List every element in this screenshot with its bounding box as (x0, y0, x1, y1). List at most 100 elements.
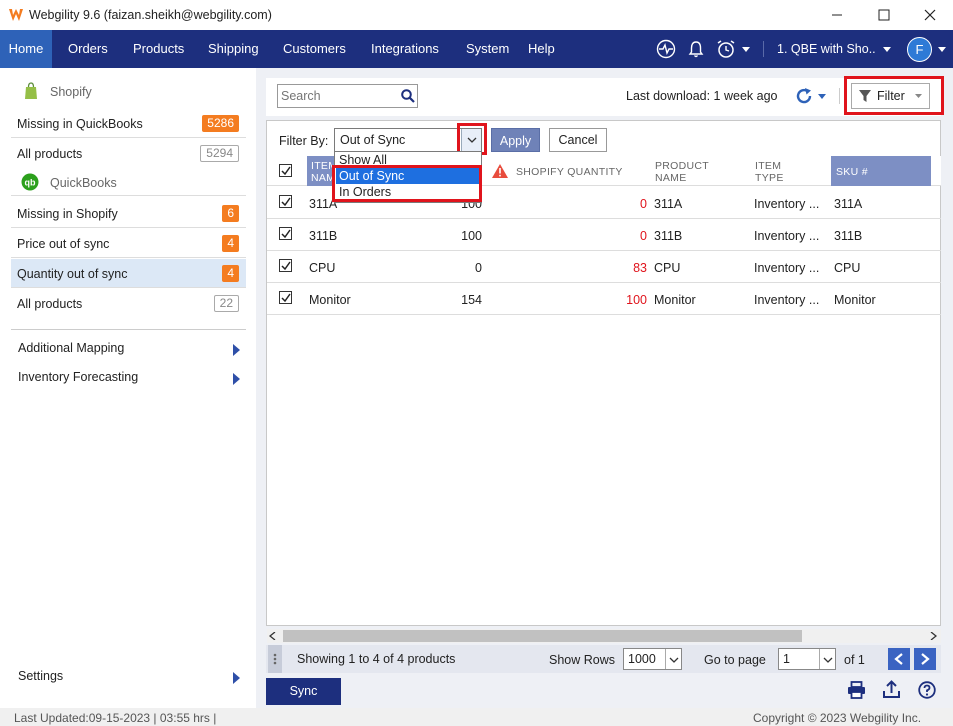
filter-by-label: Filter By: (279, 134, 329, 148)
cell-item-name: 311B (309, 229, 338, 243)
show-rows-label: Show Rows (549, 653, 615, 667)
sidebar-item-missing-in-quickbooks[interactable]: Missing in QuickBooks 5286 (11, 109, 246, 138)
page-number-select[interactable]: 1 (778, 648, 836, 670)
row-checkbox[interactable] (279, 291, 292, 304)
activity-icon[interactable] (656, 39, 676, 59)
cell-shopify-quantity: 0 (640, 229, 647, 243)
rows-dropdown-toggle[interactable] (665, 649, 681, 669)
checkmark-icon (281, 166, 291, 176)
table-row[interactable]: 311B 100 0 311B Inventory ... 311B (267, 219, 941, 251)
print-icon[interactable] (847, 681, 866, 699)
sidebar-item-missing-in-shopify[interactable]: Missing in Shopify 6 (11, 199, 246, 228)
chevron-down-icon (883, 47, 892, 53)
sidebar-item-label: Quantity out of sync (17, 267, 128, 281)
help-icon[interactable] (918, 681, 936, 699)
user-avatar[interactable]: F (907, 37, 932, 62)
cancel-button[interactable]: Cancel (549, 128, 607, 152)
cell-item-type: Inventory ... (754, 261, 820, 275)
search-box[interactable] (277, 84, 418, 108)
column-header-shopify-quantity[interactable]: SHOPIFY QUANTITY (516, 166, 623, 178)
scrollbar-thumb[interactable] (283, 630, 802, 642)
cell-product-name: CPU (654, 261, 681, 275)
sidebar-item-quantity-out-of-sync[interactable]: Quantity out of sync 4 (11, 259, 246, 288)
chevron-down-icon (669, 657, 679, 663)
cell-item-name: CPU (309, 261, 336, 275)
nav-shipping[interactable]: Shipping (200, 30, 267, 68)
checkmark-icon (281, 261, 291, 271)
checkmark-icon (281, 197, 291, 207)
cell-item-type: Inventory ... (754, 197, 820, 211)
grip-handle[interactable] (268, 645, 282, 673)
count-badge: 22 (213, 295, 239, 312)
caret-right-icon (233, 373, 240, 385)
quickbooks-icon: qb (21, 173, 39, 191)
apply-button[interactable]: Apply (491, 128, 540, 152)
cell-item-type: Inventory ... (754, 229, 820, 243)
column-header-product-name-2[interactable]: NAME (655, 172, 687, 184)
alarm-clock-icon[interactable] (716, 39, 736, 59)
count-badge: 4 (222, 235, 239, 252)
sidebar-link-inventory-forecasting[interactable]: Inventory Forecasting (18, 370, 246, 388)
sidebar-link-additional-mapping[interactable]: Additional Mapping (18, 341, 246, 359)
row-checkbox[interactable] (279, 195, 292, 208)
table-row[interactable]: Monitor 154 100 Monitor Inventory ... Mo… (267, 283, 941, 315)
column-header-item-type-1[interactable]: ITEM (755, 160, 781, 172)
column-header-sku[interactable]: SKU # (831, 156, 931, 186)
maximize-button[interactable] (866, 2, 902, 28)
cell-product-name: Monitor (654, 293, 696, 307)
title-bar: Webgility 9.6 (faizan.sheikh@webgility.c… (0, 0, 953, 30)
sidebar-link-settings[interactable]: Settings (18, 669, 246, 687)
cell-sku: 311B (834, 229, 863, 243)
chevron-down-icon (823, 657, 833, 663)
sync-button[interactable]: Sync (266, 678, 341, 705)
column-header-item-type-2[interactable]: TYPE (755, 172, 784, 184)
rows-per-page-select[interactable]: 1000 (623, 648, 682, 670)
sidebar-item-all-products-store[interactable]: All products 5294 (11, 139, 246, 168)
next-page-button[interactable] (914, 648, 936, 670)
page-dropdown-toggle[interactable] (819, 649, 835, 669)
nav-orders[interactable]: Orders (60, 30, 116, 68)
nav-integrations[interactable]: Integrations (363, 30, 447, 68)
cell-shopify-quantity: 0 (640, 197, 647, 211)
chevron-down-icon[interactable] (938, 47, 946, 52)
sidebar-item-all-products-accounting[interactable]: All products 22 (11, 289, 246, 318)
window-title: Webgility 9.6 (faizan.sheikh@webgility.c… (29, 8, 272, 22)
company-selector[interactable]: 1. QBE with Sho.. (777, 30, 892, 68)
count-badge: 6 (222, 205, 239, 222)
scroll-right-icon[interactable] (930, 632, 937, 640)
cell-item-type: Inventory ... (754, 293, 820, 307)
nav-help[interactable]: Help (520, 30, 563, 68)
chevron-down-icon (818, 94, 826, 99)
shopify-icon (25, 82, 37, 99)
search-icon[interactable] (401, 89, 415, 103)
minimize-icon (832, 14, 842, 16)
select-all-checkbox[interactable] (279, 164, 292, 177)
caret-right-icon (233, 672, 240, 684)
sidebar-item-price-out-of-sync[interactable]: Price out of sync 4 (11, 229, 246, 258)
export-icon[interactable] (882, 680, 901, 699)
cell-product-name: 311A (654, 197, 683, 211)
table-row[interactable]: CPU 0 83 CPU Inventory ... CPU (267, 251, 941, 283)
minimize-button[interactable] (819, 2, 855, 28)
nav-home[interactable]: Home (0, 30, 52, 68)
previous-page-button[interactable] (888, 648, 910, 670)
bell-icon[interactable] (686, 39, 706, 59)
search-input[interactable] (281, 89, 396, 103)
row-checkbox[interactable] (279, 227, 292, 240)
scroll-left-icon[interactable] (269, 632, 276, 640)
rows-per-page-value: 1000 (628, 652, 656, 666)
refresh-button[interactable] (794, 85, 830, 107)
close-button[interactable] (912, 2, 948, 28)
sidebar-link-label: Inventory Forecasting (18, 370, 139, 384)
cell-qb-quantity: 154 (461, 293, 482, 307)
page-number-value: 1 (783, 652, 790, 666)
column-header-product-name-1[interactable]: PRODUCT (655, 160, 709, 172)
nav-system[interactable]: System (458, 30, 517, 68)
nav-products[interactable]: Products (125, 30, 192, 68)
row-checkbox[interactable] (279, 259, 292, 272)
chevron-down-icon[interactable] (742, 47, 750, 52)
sidebar-item-label: Price out of sync (17, 237, 110, 251)
last-download-text: Last download: 1 week ago (626, 89, 778, 103)
nav-customers[interactable]: Customers (275, 30, 354, 68)
grip-dots-icon (273, 653, 277, 665)
